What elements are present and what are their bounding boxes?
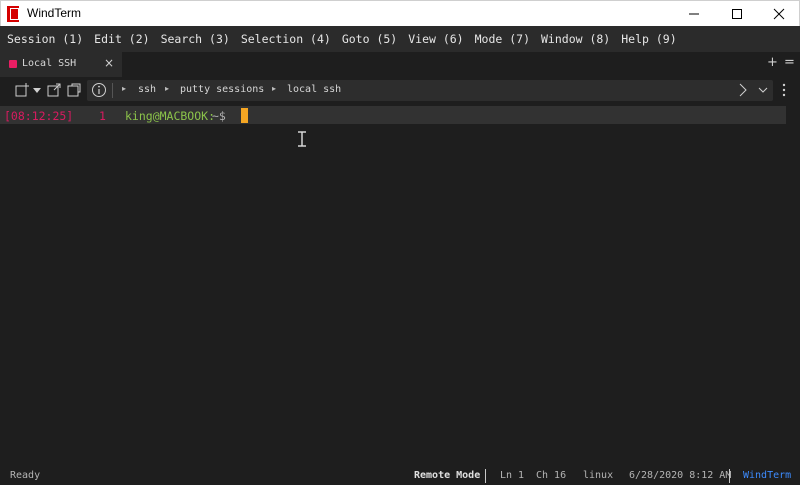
windterm-logo-icon (7, 6, 19, 22)
window-title: WindTerm (27, 6, 82, 20)
menu-edit[interactable]: Edit (2) (94, 32, 149, 46)
chevron-down-icon[interactable] (757, 82, 769, 98)
status-divider (485, 469, 486, 483)
info-icon[interactable] (91, 82, 107, 98)
open-external-icon[interactable] (46, 81, 62, 99)
terminal-line: [08:12:25] 1 king@MACBOOK: ~$ (0, 106, 786, 124)
line-timestamp: [08:12:25] (4, 109, 74, 123)
duplicate-session-icon[interactable] (66, 81, 82, 99)
status-column[interactable]: Ch 16 (536, 470, 566, 481)
maximize-button[interactable] (717, 1, 757, 27)
tab-label: Local SSH (22, 58, 77, 69)
status-ready: Ready (10, 470, 41, 481)
dropdown-arrow-icon[interactable] (32, 81, 42, 99)
session-path-bar[interactable]: ▸ ssh ▸ putty sessions ▸ local ssh (87, 80, 773, 101)
path-divider (112, 83, 113, 98)
close-icon (773, 8, 785, 20)
breadcrumb-local-ssh[interactable]: local ssh (287, 84, 341, 95)
status-datetime: 6/28/2020 8:12 AM (629, 470, 732, 481)
toolbar: ▸ ssh ▸ putty sessions ▸ local ssh (0, 79, 800, 102)
more-options-icon[interactable] (780, 81, 788, 99)
tab-close-icon[interactable]: × (104, 56, 114, 70)
menu-bar: Session (1) Edit (2) Search (3) Selectio… (0, 26, 800, 52)
menu-search[interactable]: Search (3) (161, 32, 230, 46)
prompt-symbol: ~$ (212, 109, 226, 123)
ibeam-cursor-icon (298, 131, 306, 147)
menu-mode[interactable]: Mode (7) (475, 32, 530, 46)
terminal-area[interactable]: [08:12:25] 1 king@MACBOOK: ~$ (0, 104, 800, 459)
new-session-icon[interactable] (14, 81, 30, 99)
menu-window[interactable]: Window (8) (541, 32, 610, 46)
status-app-name[interactable]: WindTerm (743, 470, 791, 481)
menu-view[interactable]: View (6) (408, 32, 463, 46)
menu-goto[interactable]: Goto (5) (342, 32, 397, 46)
prompt-user-host: king@MACBOOK: (125, 109, 216, 123)
crumb-arrow-icon: ▸ (165, 84, 170, 93)
text-cursor (241, 108, 248, 123)
status-divider (729, 469, 730, 483)
status-os[interactable]: linux (583, 470, 613, 481)
tab-local-ssh[interactable]: Local SSH × (0, 52, 122, 77)
close-window-button[interactable] (759, 1, 799, 27)
menu-selection[interactable]: Selection (4) (241, 32, 331, 46)
crumb-arrow-icon: ▸ (272, 84, 277, 93)
status-bar: Ready Remote Mode Ln 1 Ch 16 linux 6/28/… (0, 467, 800, 485)
chevron-right-icon[interactable] (737, 82, 749, 98)
menu-session[interactable]: Session (1) (7, 32, 83, 46)
maximize-icon (732, 9, 742, 19)
session-status-dot (9, 60, 17, 68)
status-line[interactable]: Ln 1 (500, 470, 524, 481)
menu-help[interactable]: Help (9) (621, 32, 676, 46)
status-mode[interactable]: Remote Mode (414, 470, 480, 481)
tab-list-menu-button[interactable]: = (784, 55, 795, 70)
minimize-button[interactable] (674, 1, 714, 27)
new-tab-button[interactable]: + (767, 55, 778, 70)
breadcrumb-ssh[interactable]: ssh (138, 84, 156, 95)
line-number: 1 (99, 109, 106, 123)
minimize-icon (689, 13, 699, 15)
title-bar: WindTerm (0, 0, 800, 26)
crumb-arrow-icon: ▸ (122, 84, 127, 93)
breadcrumb-putty-sessions[interactable]: putty sessions (180, 84, 264, 95)
tab-bar: Local SSH × + = (0, 52, 800, 77)
